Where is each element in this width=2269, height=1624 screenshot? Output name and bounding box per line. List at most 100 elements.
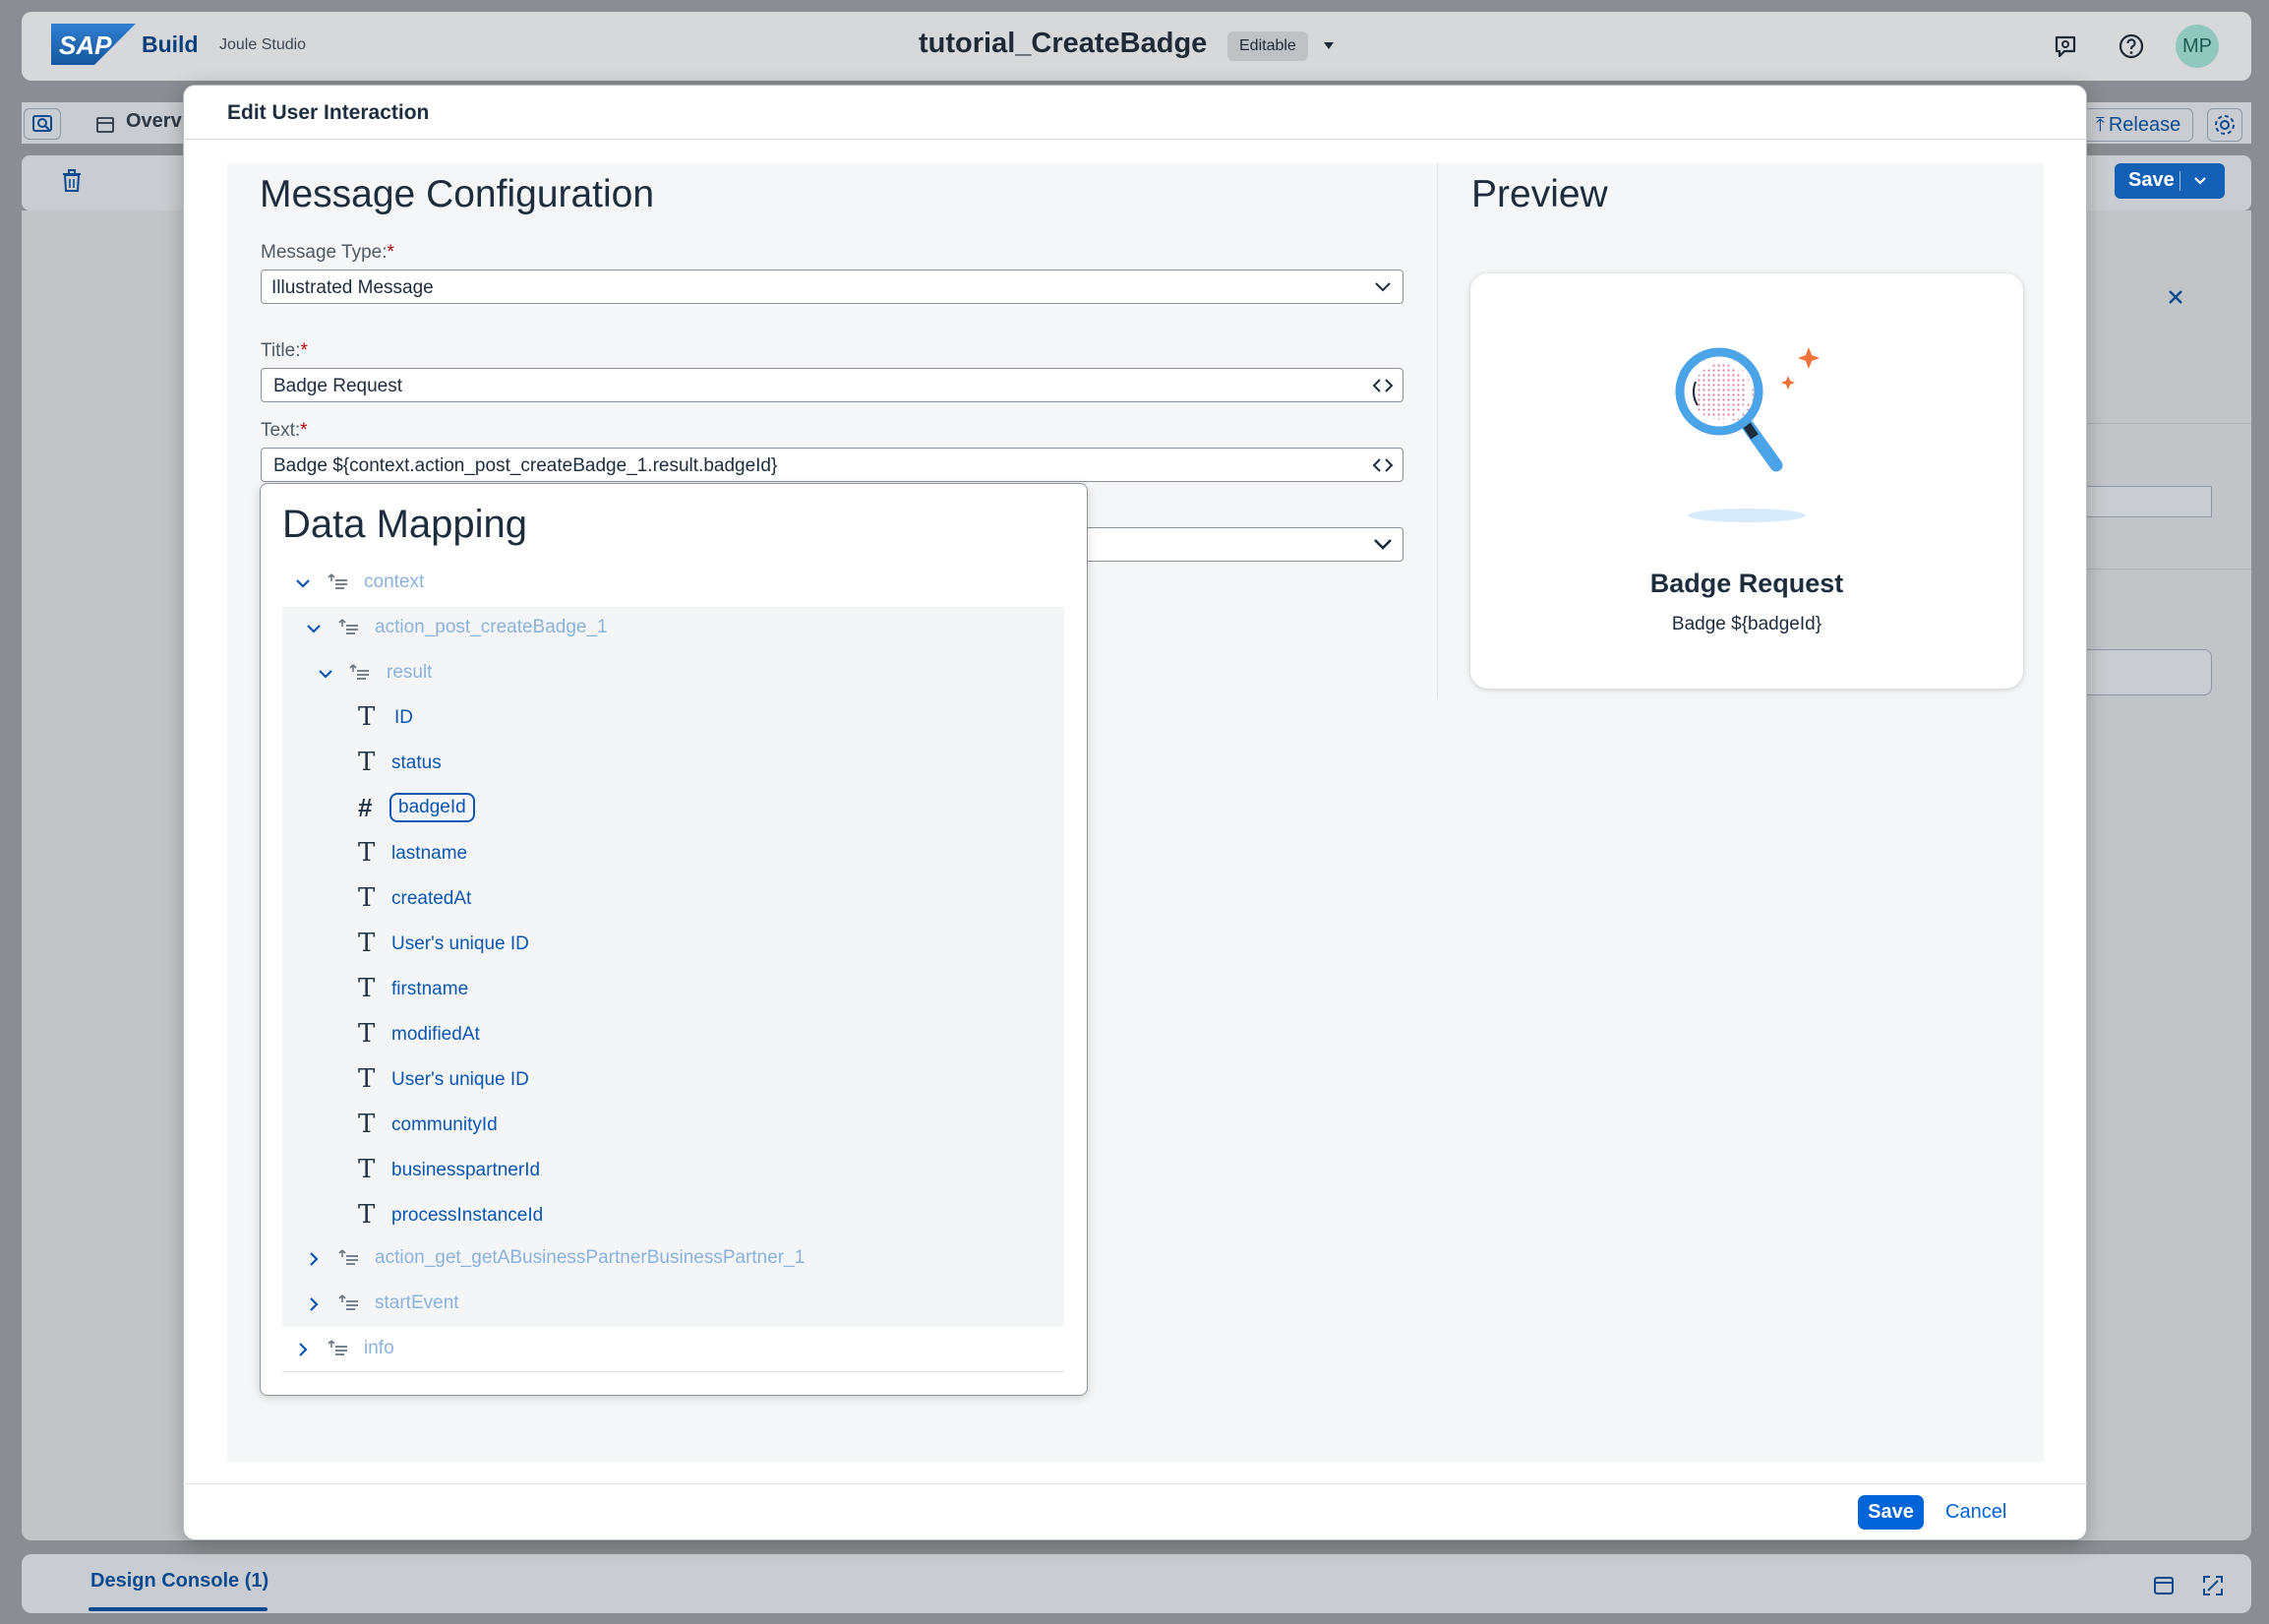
tree-leaf-processinstanceid[interactable]: T processInstanceId xyxy=(358,1197,948,1236)
delete-icon[interactable] xyxy=(59,167,85,195)
chevron-down-icon xyxy=(1374,539,1392,550)
search-toggle-button[interactable] xyxy=(24,108,61,140)
product-name: Build xyxy=(142,31,199,57)
message-configuration-heading: Message Configuration xyxy=(260,173,655,215)
preview-title: Badge Request xyxy=(1649,569,1844,598)
text-type-icon: T xyxy=(358,929,376,958)
tree-leaf-status[interactable]: T status xyxy=(358,745,948,784)
sap-logo-text: SAP xyxy=(59,30,112,60)
module-name: Joule Studio xyxy=(219,36,307,53)
save-menu-chevron-icon[interactable] xyxy=(2191,173,2209,189)
dialog-save-button[interactable]: Save xyxy=(1858,1495,1924,1530)
chevron-down-icon xyxy=(1375,282,1391,292)
release-label: Release xyxy=(2108,114,2181,136)
number-type-icon: # xyxy=(358,793,373,822)
text-type-icon: T xyxy=(358,702,376,732)
tree-node-label: info xyxy=(364,1338,394,1358)
code-expression-icon[interactable] xyxy=(1371,456,1395,474)
tree-leaf-badgeid[interactable]: # badgeId xyxy=(358,790,948,829)
column-divider xyxy=(1437,163,1438,699)
tab-overview[interactable]: Overv xyxy=(126,110,182,133)
chevron-right-icon[interactable] xyxy=(306,1296,322,1312)
release-button[interactable]: ⤒ Release xyxy=(2083,108,2194,142)
help-icon[interactable] xyxy=(2117,31,2146,61)
tree-node-info[interactable]: info xyxy=(295,1330,787,1369)
feedback-icon[interactable] xyxy=(2051,31,2080,61)
text-value: Badge ${context.action_post_createBadge_… xyxy=(273,455,778,476)
tree-node-action-post[interactable]: action_post_createBadge_1 xyxy=(306,609,994,648)
tree-node-context[interactable]: context xyxy=(295,564,787,603)
text-input[interactable]: Badge ${context.action_post_createBadge_… xyxy=(261,448,1403,482)
text-type-icon: T xyxy=(358,748,376,777)
text-type-icon: T xyxy=(358,883,376,913)
tree-leaf-label: User's unique ID xyxy=(391,1069,529,1090)
tree-node-result[interactable]: result xyxy=(318,654,809,693)
dock-icon[interactable] xyxy=(2152,1574,2176,1597)
settings-button[interactable] xyxy=(2207,108,2242,142)
preview-heading: Preview xyxy=(1471,173,1608,215)
dialog-title: Edit User Interaction xyxy=(227,101,430,124)
top-save-label: Save xyxy=(2128,169,2175,191)
chevron-right-icon[interactable] xyxy=(295,1342,311,1357)
text-label: Text:* xyxy=(261,420,308,441)
chevron-right-icon[interactable] xyxy=(306,1251,322,1267)
text-type-icon: T xyxy=(358,1200,376,1230)
object-structure-icon xyxy=(338,619,358,634)
text-type-icon: T xyxy=(358,974,376,1003)
side-divider-2 xyxy=(2087,569,2251,570)
text-type-icon: T xyxy=(358,1110,376,1139)
dialog-cancel-button[interactable]: Cancel xyxy=(1945,1501,2006,1524)
tree-leaf-label-selected: badgeId xyxy=(389,793,475,822)
tree-leaf-modifiedat[interactable]: T modifiedAt xyxy=(358,1016,948,1055)
message-type-select[interactable]: Illustrated Message xyxy=(261,270,1403,304)
tree-leaf-users-unique-id-2[interactable]: T User's unique ID xyxy=(358,1061,948,1101)
caret-down-icon[interactable] xyxy=(1321,39,1337,53)
title-value: Badge Request xyxy=(273,376,402,396)
fullscreen-icon[interactable] xyxy=(2201,1574,2225,1597)
top-save-button[interactable]: Save xyxy=(2115,163,2225,199)
object-structure-icon xyxy=(349,664,369,680)
text-type-icon: T xyxy=(358,1155,376,1184)
dialog-footer-divider xyxy=(183,1483,2087,1484)
message-type-value: Illustrated Message xyxy=(271,277,434,298)
dialog-header-divider xyxy=(183,139,2087,140)
tree-leaf-businesspartnerid[interactable]: T businesspartnerId xyxy=(358,1152,948,1191)
text-type-icon: T xyxy=(358,1019,376,1049)
tree-leaf-label: firstname xyxy=(391,979,469,999)
tree-leaf-users-unique-id[interactable]: T User's unique ID xyxy=(358,926,948,965)
tree-node-action-get[interactable]: action_get_getABusinessPartnerBusinessPa… xyxy=(306,1239,1053,1279)
chevron-down-icon[interactable] xyxy=(295,575,311,591)
text-type-icon: T xyxy=(358,1064,376,1094)
side-input-2[interactable] xyxy=(2087,649,2212,695)
tree-leaf-createdat[interactable]: T createdAt xyxy=(358,880,948,920)
side-input-1[interactable] xyxy=(2087,486,2212,517)
chevron-down-icon[interactable] xyxy=(306,621,322,636)
tree-bottom-divider xyxy=(282,1371,1064,1372)
object-structure-icon xyxy=(338,1294,358,1310)
tree-leaf-label: createdAt xyxy=(391,888,472,909)
code-expression-icon[interactable] xyxy=(1371,377,1395,394)
tree-node-startevent[interactable]: startEvent xyxy=(306,1285,798,1324)
tree-leaf-firstname[interactable]: T firstname xyxy=(358,971,948,1010)
tree-leaf-label: communityId xyxy=(391,1114,498,1135)
preview-text: Badge ${badgeId} xyxy=(1671,614,1822,634)
chevron-down-icon[interactable] xyxy=(318,666,333,682)
tree-leaf-communityid[interactable]: T communityId xyxy=(358,1107,948,1146)
avatar[interactable]: MP xyxy=(2176,25,2219,68)
tree-leaf-label: status xyxy=(391,752,442,773)
tree-node-label: action_post_createBadge_1 xyxy=(375,617,608,637)
search-illustration-icon xyxy=(1662,338,1829,525)
text-type-icon: T xyxy=(358,838,376,868)
tree-leaf-lastname[interactable]: T lastname xyxy=(358,835,948,874)
message-type-label: Message Type:* xyxy=(261,242,394,263)
tree-leaf-label: modifiedAt xyxy=(391,1024,480,1045)
close-panel-icon[interactable] xyxy=(2164,285,2187,309)
tree-node-label: action_get_getABusinessPartnerBusinessPa… xyxy=(375,1247,806,1268)
tab-design-console[interactable]: Design Console (1) xyxy=(90,1570,269,1593)
status-badge: Editable xyxy=(1227,31,1308,61)
title-input[interactable]: Badge Request xyxy=(261,368,1403,402)
sap-logo[interactable]: SAP xyxy=(51,24,136,65)
tree-leaf-label: ID xyxy=(394,707,413,728)
tree-leaf-id[interactable]: T ID xyxy=(358,699,948,739)
overview-icon xyxy=(94,114,116,136)
